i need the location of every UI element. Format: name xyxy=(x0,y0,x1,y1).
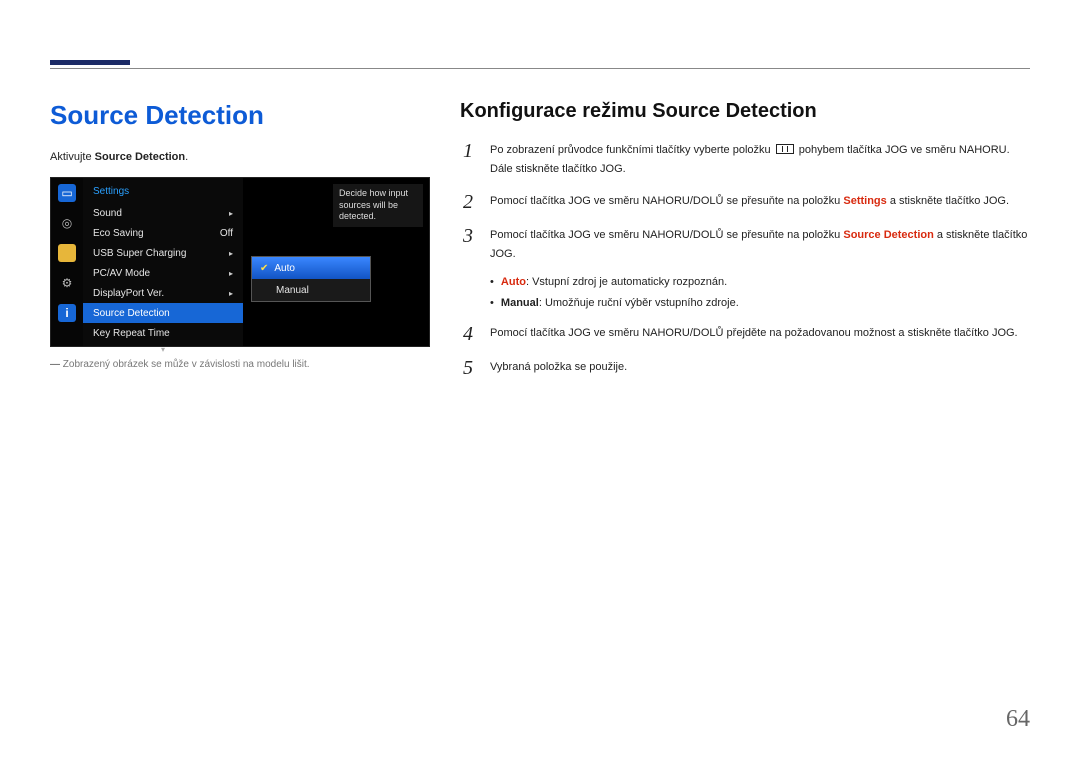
osd-submenu-item[interactable]: Manual xyxy=(252,279,370,301)
right-column: Konfigurace režimu Source Detection 1 Po… xyxy=(460,100,1030,392)
step3-a: Pomocí tlačítka JOG ve směru NAHORU/DOLŮ… xyxy=(490,229,843,241)
osd-sub-label: Manual xyxy=(276,285,309,296)
osd-sidebar-icons: ▭ ◎ ⚙ i xyxy=(51,178,83,346)
osd-item-label: USB Super Charging xyxy=(93,248,186,259)
osd-item[interactable]: Sound ▸ xyxy=(83,203,243,223)
arrow-right-icon: ▸ xyxy=(229,289,233,298)
step-text: Pomocí tlačítka JOG ve směru NAHORU/DOLŮ… xyxy=(490,192,1030,211)
page-number: 64 xyxy=(1006,706,1030,733)
activate-bold: Source Detection xyxy=(95,151,185,163)
osd-panel: ▭ ◎ ⚙ i Settings Sound ▸ Eco Saving Off US… xyxy=(50,177,430,347)
step-2: 2 Pomocí tlačítka JOG ve směru NAHORU/DO… xyxy=(460,192,1030,212)
footnote-dash: ― xyxy=(50,359,60,370)
osd-tooltip: Decide how input sources will be detecte… xyxy=(333,184,423,227)
rule-line xyxy=(50,68,1030,69)
step2-a: Pomocí tlačítka JOG ve směru NAHORU/DOLŮ… xyxy=(490,195,843,207)
osd-item-label: Source Detection xyxy=(93,308,170,319)
top-rule xyxy=(50,60,1030,70)
step-text: Pomocí tlačítka JOG ve směru NAHORU/DOLŮ… xyxy=(490,226,1030,263)
step2-hl: Settings xyxy=(843,195,886,207)
bullet-manual-text: : Umožňuje ruční výběr vstupního zdroje. xyxy=(539,297,739,309)
osd-footnote: ― Zobrazený obrázek se může v závislosti… xyxy=(50,359,430,370)
info-icon: i xyxy=(58,304,76,322)
step-text: Po zobrazení průvodce funkčními tlačítky… xyxy=(490,141,1030,178)
check-icon: ✔ xyxy=(260,263,268,274)
osd-item[interactable]: USB Super Charging ▸ xyxy=(83,243,243,263)
osd-item-label: Eco Saving xyxy=(93,228,144,239)
bullet-auto: Auto: Vstupní zdroj je automaticky rozpo… xyxy=(490,272,1030,293)
arrow-right-icon: ▸ xyxy=(229,249,233,258)
step-number: 3 xyxy=(460,226,476,246)
step-5: 5 Vybraná položka se použije. xyxy=(460,358,1030,378)
bullet-manual: Manual: Umožňuje ruční výběr vstupního z… xyxy=(490,293,1030,314)
picture-icon xyxy=(58,244,76,262)
osd-item-label: PC/AV Mode xyxy=(93,268,150,279)
arrow-right-icon: ▸ xyxy=(229,209,233,218)
step-number: 2 xyxy=(460,192,476,212)
osd-item-label: Key Repeat Time xyxy=(93,328,170,339)
rule-accent xyxy=(50,60,130,65)
option-bullets: Auto: Vstupní zdroj je automaticky rozpo… xyxy=(490,272,1030,314)
step-number: 1 xyxy=(460,141,476,161)
chevron-down-icon: ▾ xyxy=(83,343,243,354)
osd-menu: Settings Sound ▸ Eco Saving Off USB Super … xyxy=(83,178,243,346)
osd-item[interactable]: Key Repeat Time xyxy=(83,323,243,343)
menu-grid-icon xyxy=(776,144,794,154)
osd-item-label: DisplayPort Ver. xyxy=(93,288,164,299)
step-text: Vybraná položka se použije. xyxy=(490,358,1030,377)
step1-a: Po zobrazení průvodce funkčními tlačítky… xyxy=(490,144,774,156)
osd-item-label: Sound xyxy=(93,208,122,219)
step-1: 1 Po zobrazení průvodce funkčními tlačít… xyxy=(460,141,1030,178)
footnote-text: Zobrazený obrázek se může v závislosti n… xyxy=(60,359,310,370)
content: Source Detection Aktivujte Source Detect… xyxy=(50,100,1030,392)
bullet-auto-text: : Vstupní zdroj je automaticky rozpoznán… xyxy=(526,276,727,288)
osd-item-value: Off xyxy=(220,228,233,239)
monitor-icon: ▭ xyxy=(58,184,76,202)
arrow-right-icon: ▸ xyxy=(229,269,233,278)
osd-submenu-item-selected[interactable]: ✔ Auto xyxy=(252,257,370,279)
step2-b: a stiskněte tlačítko JOG. xyxy=(887,195,1009,207)
osd-submenu: ✔ Auto Manual xyxy=(251,256,371,302)
step-number: 5 xyxy=(460,358,476,378)
bullet-auto-hl: Auto xyxy=(501,276,526,288)
bullet-manual-b: Manual xyxy=(501,297,539,309)
osd-item[interactable]: DisplayPort Ver. ▸ xyxy=(83,283,243,303)
activate-prefix: Aktivujte xyxy=(50,151,95,163)
config-title: Konfigurace režimu Source Detection xyxy=(460,100,1030,123)
activate-instruction: Aktivujte Source Detection. xyxy=(50,151,430,163)
steps-list: 1 Po zobrazení průvodce funkčními tlačít… xyxy=(460,141,1030,392)
activate-suffix: . xyxy=(185,151,188,163)
section-title: Source Detection xyxy=(50,100,430,131)
osd-menu-header: Settings xyxy=(83,184,243,203)
step-text: Pomocí tlačítka JOG ve směru NAHORU/DOLŮ… xyxy=(490,324,1030,343)
left-column: Source Detection Aktivujte Source Detect… xyxy=(50,100,430,392)
gear-icon: ⚙ xyxy=(58,274,76,292)
step-4: 4 Pomocí tlačítka JOG ve směru NAHORU/DO… xyxy=(460,324,1030,344)
target-icon: ◎ xyxy=(58,214,76,232)
osd-item-selected[interactable]: Source Detection xyxy=(83,303,243,323)
osd-sub-label: Auto xyxy=(274,263,295,274)
osd-item[interactable]: Eco Saving Off xyxy=(83,223,243,243)
step3-hl: Source Detection xyxy=(843,229,933,241)
step-number: 4 xyxy=(460,324,476,344)
step-3: 3 Pomocí tlačítka JOG ve směru NAHORU/DO… xyxy=(460,226,1030,263)
osd-item[interactable]: PC/AV Mode ▸ xyxy=(83,263,243,283)
